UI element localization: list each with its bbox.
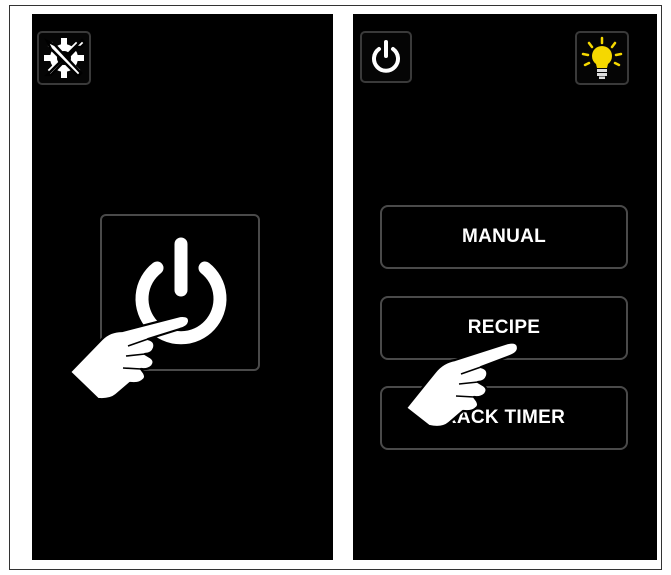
power-off-button[interactable]	[360, 31, 412, 83]
power-icon	[124, 234, 238, 350]
left-screen	[32, 14, 333, 560]
rack-timer-button[interactable]: RACK TIMER	[380, 386, 628, 450]
settings-button[interactable]	[37, 31, 91, 85]
power-on-button[interactable]	[100, 214, 260, 371]
rack-timer-button-label: RACK TIMER	[442, 407, 566, 428]
recipe-button[interactable]: RECIPE	[380, 296, 628, 360]
manual-button[interactable]: MANUAL	[380, 205, 628, 269]
lightbulb-icon	[580, 36, 624, 80]
right-screen: MANUAL RECIPE RACK TIMER	[353, 14, 657, 560]
settings-wrench-gear-icon	[41, 35, 87, 81]
manual-button-label: MANUAL	[461, 226, 547, 247]
recipe-button-label: RECIPE	[467, 317, 541, 338]
light-button[interactable]	[575, 31, 629, 85]
power-icon	[369, 39, 403, 75]
